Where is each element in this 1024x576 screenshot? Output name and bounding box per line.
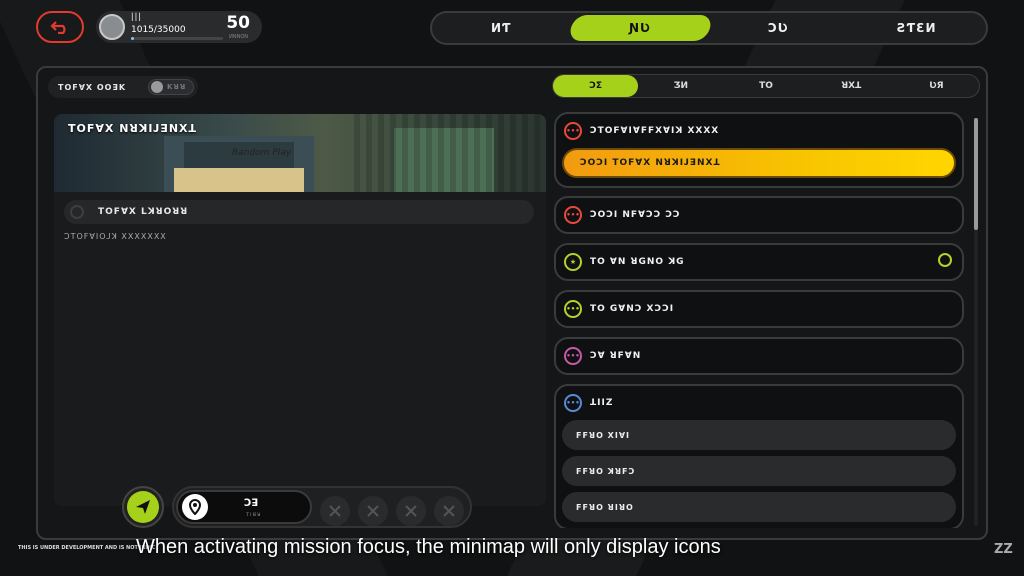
level-value: 50 (226, 13, 250, 33)
paper-plane-icon (136, 500, 150, 514)
video-subtitle: When activating mission focus, the minim… (136, 536, 721, 558)
scroll-thumb[interactable] (974, 118, 978, 230)
empty-slot-2[interactable] (358, 496, 388, 526)
task-card[interactable]: ••• ꓔꓳ ꓖꓯꓠꓛ ꓫꓛꓛꓲ (554, 290, 964, 328)
profile-exp: 1015/35000 (131, 25, 186, 35)
map-control-group: ꓛꓱ ꓔꓲꓭꓤ (172, 486, 472, 528)
task-title: ꓛꓳꓛꓲ ꓠꓝꓯꓛꓛ ꓛꓛ (590, 210, 681, 220)
exp-fill (131, 37, 134, 40)
main-tab-2[interactable]: ƝƲ (567, 15, 713, 41)
profile-name: ꟾꟾꟾ (131, 14, 142, 24)
map-sublabel: ꓔꓲꓭꓤ (246, 512, 262, 518)
send-button[interactable] (122, 486, 164, 528)
task-card[interactable]: ★ ꓔꓳ ꓯꓠ ꓤꓖꓠꓳ ꓘꓖ (554, 243, 964, 281)
toggle-switch[interactable]: ꓗꓤꓤ (148, 79, 194, 95)
task-title: ꓔꓳ ꓯꓠ ꓤꓖꓠꓳ ꓘꓖ (590, 257, 685, 267)
sub-task[interactable]: ꓝꓝꓤꓳ ꓫꓲꓯꓲ (562, 420, 956, 450)
return-icon (50, 21, 66, 34)
level-label: ИNNON (229, 34, 248, 40)
chat-icon: ••• (564, 394, 582, 412)
star-icon: ★ (564, 253, 582, 271)
task-card-group[interactable]: ••• ꓕꓲꓲꓜ ꓝꓝꓤꓳ ꓫꓲꓯꓲ ꓝꓝꓤꓳ ꓘꓤꓝꓛ ꓝꓝꓤꓳ ꓤꓲꓤꓳ (554, 384, 964, 528)
main-tab-label: ƧƬƐИ (896, 21, 937, 35)
task-card[interactable]: ••• ꓛꓳꓛꓲ ꓠꓝꓯꓛꓛ ꓛꓛ (554, 196, 964, 234)
location-image: Random Play ꓔꓳꓝꓯꓫ ꓠꓤꓘꓲꓙꓱꓠꓫꓕ (54, 114, 546, 192)
task-card[interactable]: ••• ꓛꓯ ꓤꓝꓯꓠ (554, 337, 964, 375)
shop-sign: Random Play (232, 148, 292, 158)
task-card-active[interactable]: ••• ꓛꓔꓳꓝꓯꓲꓯꓝꓝꓫꓯꓲꓘ ꓫꓫꓫꓫ ꓛꓳꓛꓲ ꓔꓳꓝꓯꓫ ꓠꓤꓘꓲꓙꓱ… (554, 112, 964, 188)
mission-preview: Random Play ꓔꓳꓝꓯꓫ ꓠꓤꓘꓲꓙꓱꓠꓫꓕ ꓔꓳꓝꓯꓫ ꓡꓘꓤꓳꓤꓤ… (54, 114, 546, 506)
empty-slot-4[interactable] (434, 496, 464, 526)
main-tab-bar: ИƬ ƝƲ ƆƲ ƧƬƐИ (430, 11, 988, 45)
radio-icon (70, 205, 84, 219)
empty-slot-1[interactable] (320, 496, 350, 526)
main-tab-3[interactable]: ƆƲ (709, 13, 848, 43)
sub-task[interactable]: ꓝꓝꓤꓳ ꓤꓲꓤꓳ (562, 492, 956, 522)
main-tab-label: ƆƲ (767, 21, 789, 35)
empty-slot-3[interactable] (396, 496, 426, 526)
toggle-state: ꓗꓤꓤ (167, 83, 187, 91)
sub-tab-5[interactable]: ƲЯ (894, 75, 979, 97)
x-icon (443, 505, 455, 517)
sub-tab-1[interactable]: ƆƩ (553, 75, 639, 97)
sub-tab-2[interactable]: ƷИ (638, 75, 723, 97)
x-icon (329, 505, 341, 517)
focused-mission[interactable]: ꓛꓳꓛꓲ ꓔꓳꓝꓯꓫ ꓠꓤꓘꓲꓙꓱꓠꓫꓕ (562, 148, 956, 178)
sub-task[interactable]: ꓝꓝꓤꓳ ꓘꓤꓝꓛ (562, 456, 956, 486)
location-pin-icon[interactable] (938, 253, 952, 267)
commission-icon: ••• (564, 122, 582, 140)
preview-title: ꓔꓳꓝꓯꓫ ꓠꓤꓘꓲꓙꓱꓠꓫꓕ (68, 122, 198, 135)
chat-icon: ••• (564, 300, 582, 318)
x-icon (367, 505, 379, 517)
map-pin-button[interactable]: ꓛꓱ ꓔꓲꓭꓤ (176, 490, 312, 524)
profile-card[interactable]: ꟾꟾꟾ 1015/35000 50 ИNNON (96, 11, 262, 43)
task-list: ••• ꓛꓔꓳꓝꓯꓲꓯꓝꓝꓫꓯꓲꓘ ꓫꓫꓫꓫ ꓛꓳꓛꓲ ꓔꓳꓝꓯꓫ ꓠꓤꓘꓲꓙꓱ… (554, 112, 964, 528)
mission-focus-toggle[interactable]: ꓔꓳꓝꓯꓫ ꓳꓳꓱꓗ ꓗꓤꓤ (48, 76, 198, 98)
task-title: ꓕꓲꓲꓜ (590, 398, 614, 408)
sub-tab-bar: ƆƩ ƷИ ꓔꓳ ꓤꓫꓕ ƲЯ (552, 74, 980, 98)
main-tab-label: ƝƲ (628, 21, 651, 35)
x-icon (405, 505, 417, 517)
chat-icon: ••• (564, 347, 582, 365)
main-panel: ꓔꓳꓝꓯꓫ ꓳꓳꓱꓗ ꓗꓤꓤ ƆƩ ƷИ ꓔꓳ ꓤꓫꓕ ƲЯ Random Pl… (36, 66, 988, 540)
sub-tab-4[interactable]: ꓤꓫꓕ (809, 75, 894, 97)
main-tab-4[interactable]: ƧƬƐИ (848, 13, 987, 43)
mission-focus-label: ꓔꓳꓝꓯꓫ ꓳꓳꓱꓗ (58, 82, 127, 92)
main-tab-1[interactable]: ИƬ (432, 13, 571, 43)
main-tab-label: ИƬ (490, 21, 512, 35)
commission-icon: ••• (564, 206, 582, 224)
avatar (99, 14, 125, 40)
dev-disclaimer: THIS IS UNDER DEVELOPMENT AND IS NOT IND… (18, 545, 156, 551)
toggle-knob (151, 81, 163, 93)
sub-tab-3[interactable]: ꓔꓳ (723, 75, 808, 97)
exp-bar (131, 37, 223, 40)
selected-objective-label: ꓔꓳꓝꓯꓫ ꓡꓘꓤꓳꓤꓤ (98, 207, 189, 217)
corner-logo: ZZ (994, 542, 1013, 557)
map-pin-icon (182, 494, 208, 520)
task-title: ꓛꓯ ꓤꓝꓯꓠ (590, 351, 642, 361)
back-button[interactable] (36, 11, 84, 43)
scrollbar[interactable] (974, 118, 978, 526)
objective-description: ꓛꓔꓳꓝꓯꓲꓳꓙꓘ ꓫꓫꓫꓫꓫꓫꓫ (64, 232, 167, 241)
task-title: ꓔꓳ ꓖꓯꓠꓛ ꓫꓛꓛꓲ (590, 304, 675, 314)
selected-objective[interactable]: ꓔꓳꓝꓯꓫ ꓡꓘꓤꓳꓤꓤ (64, 200, 534, 224)
task-title: ꓛꓔꓳꓝꓯꓲꓯꓝꓝꓫꓯꓲꓘ ꓫꓫꓫꓫ (590, 126, 720, 136)
map-label: ꓛꓱ (244, 498, 259, 509)
